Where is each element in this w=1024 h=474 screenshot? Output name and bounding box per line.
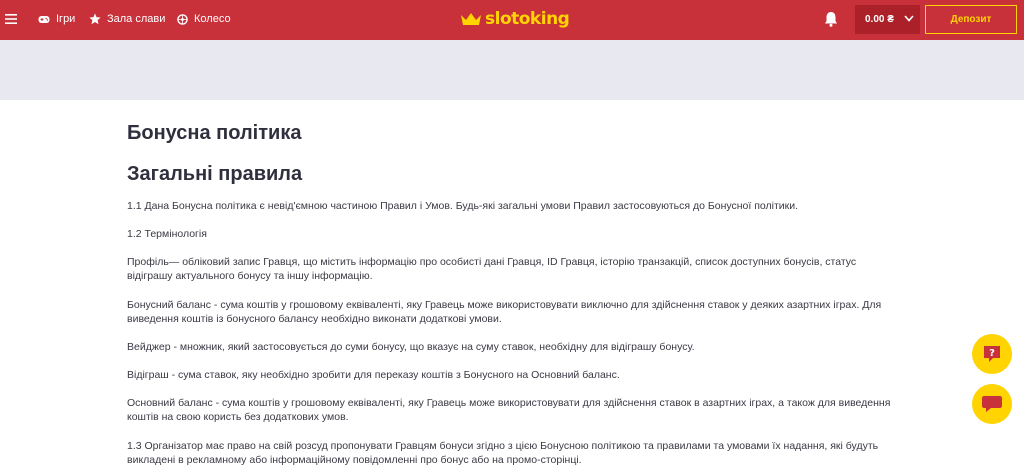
gamepad-icon <box>38 15 50 23</box>
balance-value: 0.00 ₴ <box>865 14 894 25</box>
bell-icon[interactable] <box>822 10 840 28</box>
paragraph-1-3: 1.3 Організатор має право на свій розсуд… <box>127 440 879 466</box>
paragraph-main-balance: Основний баланс - сума коштів у грошовом… <box>127 397 891 423</box>
top-header: Ігри Зала слави Колесо slotoking 0.00 ₴ … <box>0 0 1024 40</box>
chat-button[interactable] <box>972 384 1012 424</box>
help-icon: ? <box>984 346 1000 362</box>
section-title: Загальні правила <box>127 163 303 185</box>
nav-hall-of-fame-label: Зала слави <box>107 13 166 25</box>
wheel-icon <box>177 13 188 25</box>
paragraph-wager: Вейджер - множник, який застосовується д… <box>127 341 695 353</box>
star-icon <box>89 13 101 25</box>
paragraph-profile: Профіль— обліковий запис Гравця, що міст… <box>127 256 857 282</box>
paragraph-terminology: 1.2 Термінологія <box>127 228 207 240</box>
chevron-down-icon <box>904 15 914 22</box>
help-button[interactable]: ? <box>972 334 1012 374</box>
site-logo[interactable]: slotoking <box>460 0 570 38</box>
banner-area <box>0 40 1024 100</box>
menu-icon[interactable] <box>5 0 21 38</box>
nav-hall-of-fame[interactable]: Зала слави <box>89 0 165 38</box>
deposit-button[interactable]: Депозит <box>925 5 1017 34</box>
crown-icon <box>461 13 481 25</box>
nav-games[interactable]: Ігри <box>38 0 75 38</box>
nav-wheel[interactable]: Колесо <box>177 0 231 38</box>
nav-wheel-label: Колесо <box>194 13 231 25</box>
paragraph-bonus-balance: Бонусний баланс - сума коштів у грошовом… <box>127 299 882 325</box>
page-title: Бонусна політика <box>127 122 302 144</box>
logo-text: slotoking <box>485 9 570 29</box>
svg-text:?: ? <box>989 348 995 359</box>
paragraph-1-1: 1.1 Дана Бонусна політика є невід'ємною … <box>127 200 799 212</box>
nav-games-label: Ігри <box>56 13 76 25</box>
balance-dropdown[interactable]: 0.00 ₴ <box>855 5 920 34</box>
chat-icon <box>982 396 1002 412</box>
paragraph-wagering: Відіграш - сума ставок, яку необхідно зр… <box>127 369 620 381</box>
